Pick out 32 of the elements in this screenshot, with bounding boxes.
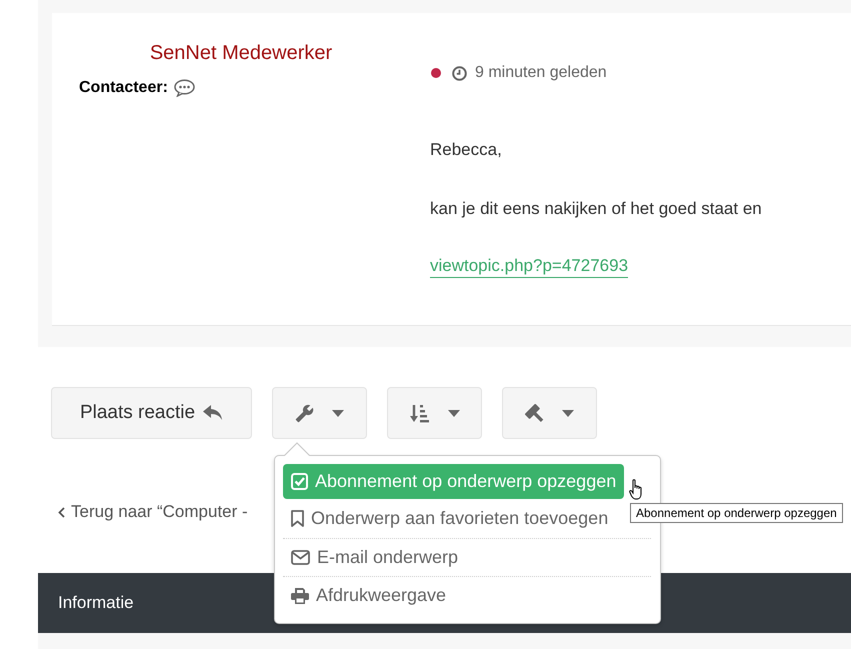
menu-item[interactable]: Afdrukweergave — [283, 578, 454, 613]
bookmark-icon — [291, 510, 304, 527]
caret-down-icon — [562, 410, 574, 416]
checked-box-icon — [291, 473, 308, 490]
clock-icon — [452, 66, 467, 80]
author-name[interactable]: SenNet Medewerker — [150, 40, 332, 66]
topic-link[interactable]: viewtopic.php?p=4727693 — [430, 256, 628, 278]
caret-down-icon — [448, 410, 460, 416]
envelope-icon — [291, 550, 310, 565]
reply-button[interactable]: Plaats reactie — [51, 387, 252, 439]
post-text: kan je dit eens nakijken of het goed staat en — [430, 198, 763, 220]
back-link[interactable]: Terug naar “Computer - — [71, 500, 248, 524]
menu-item[interactable]: E-mail onderwerp — [283, 540, 466, 575]
wrench-icon — [295, 404, 314, 422]
chevron-left-icon — [58, 506, 65, 518]
dropdown-button[interactable] — [387, 387, 482, 439]
post-time: 9 minuten geleden — [475, 63, 607, 83]
speech-bubble-icon[interactable] — [174, 79, 195, 97]
sort-descending-icon — [410, 404, 430, 422]
post-text: Rebecca, — [430, 139, 503, 161]
info-title: Informatie — [58, 592, 134, 614]
hand-cursor-icon — [629, 479, 644, 500]
menu-item[interactable]: Onderwerp aan favorieten toevoegen — [283, 501, 616, 536]
caret-down-icon — [332, 410, 344, 416]
reply-arrow-icon — [203, 405, 224, 421]
status-dot-icon — [431, 68, 441, 78]
dropdown-button[interactable] — [502, 387, 597, 439]
dropdown-button[interactable] — [272, 387, 367, 439]
printer-icon — [291, 587, 309, 604]
gavel-icon — [525, 404, 544, 422]
tooltip: Abonnement op onderwerp opzeggen — [630, 503, 843, 523]
contact-label: Contacteer: — [79, 78, 168, 98]
